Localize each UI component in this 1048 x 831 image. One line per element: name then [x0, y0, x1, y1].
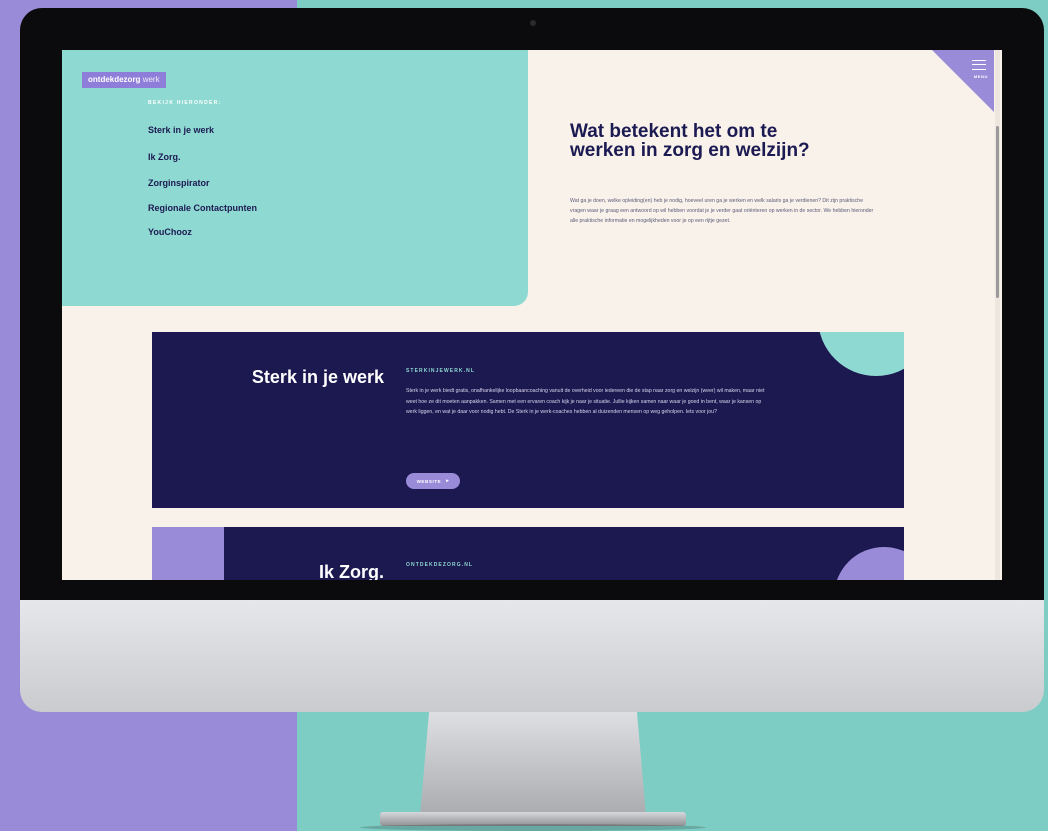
card-text: Sterk in je werk biedt gratis, onafhanke…	[406, 388, 765, 415]
links-heading: BEKIJK HIERONDER:	[148, 100, 222, 106]
card-domain: ONTDEKDEZORG.NL	[406, 562, 474, 568]
link-ik-zorg[interactable]: Ik Zorg.	[148, 152, 181, 162]
link-sterk-in-je-werk[interactable]: Sterk in je werk	[148, 125, 214, 135]
logo-light: werk	[142, 75, 160, 84]
monitor-shadow	[360, 824, 706, 831]
card-side-accent	[152, 527, 224, 580]
card-ik-zorg: Ik Zorg. ONTDEKDEZORG.NL	[152, 527, 904, 580]
website-button[interactable]: WEBSITE ▸	[406, 473, 460, 489]
play-arrow-icon: ▸	[446, 478, 450, 484]
logo[interactable]: ontdekdezorg werk	[82, 72, 166, 88]
website-button-label: WEBSITE	[416, 478, 442, 484]
link-regionale-contactpunten[interactable]: Regionale Contactpunten	[148, 203, 257, 213]
card-sterk-in-je-werk: Sterk in je werk STERKINJEWERK.NL Sterk …	[152, 332, 904, 508]
card-domain: STERKINJEWERK.NL	[406, 368, 475, 374]
logo-bold: ontdekdezorg	[88, 75, 141, 84]
link-youchooz[interactable]: YouChooz	[148, 227, 192, 237]
camera-icon	[530, 20, 536, 26]
page-title: Wat betekent het om te werken in zorg en…	[570, 121, 810, 161]
website-screen: ontdekdezorg werk BEKIJK HIERONDER: Ster…	[62, 50, 1002, 580]
hero-panel: ontdekdezorg werk BEKIJK HIERONDER: Ster…	[62, 50, 528, 306]
scrollbar-thumb[interactable]	[996, 126, 999, 298]
card-title: Ik Zorg.	[318, 562, 384, 581]
monitor-chin	[20, 600, 1044, 712]
hamburger-icon[interactable]	[972, 60, 986, 70]
menu-label: MENU	[973, 74, 988, 79]
decorative-circle	[834, 547, 904, 580]
link-zorginspirator[interactable]: Zorginspirator	[148, 178, 210, 188]
intro-text: Wat ga je doen, welke opleiding(en) heb …	[570, 198, 874, 224]
card-title: Sterk in je werk	[251, 367, 384, 387]
decorative-circle	[818, 332, 904, 376]
monitor-stand	[420, 712, 646, 816]
